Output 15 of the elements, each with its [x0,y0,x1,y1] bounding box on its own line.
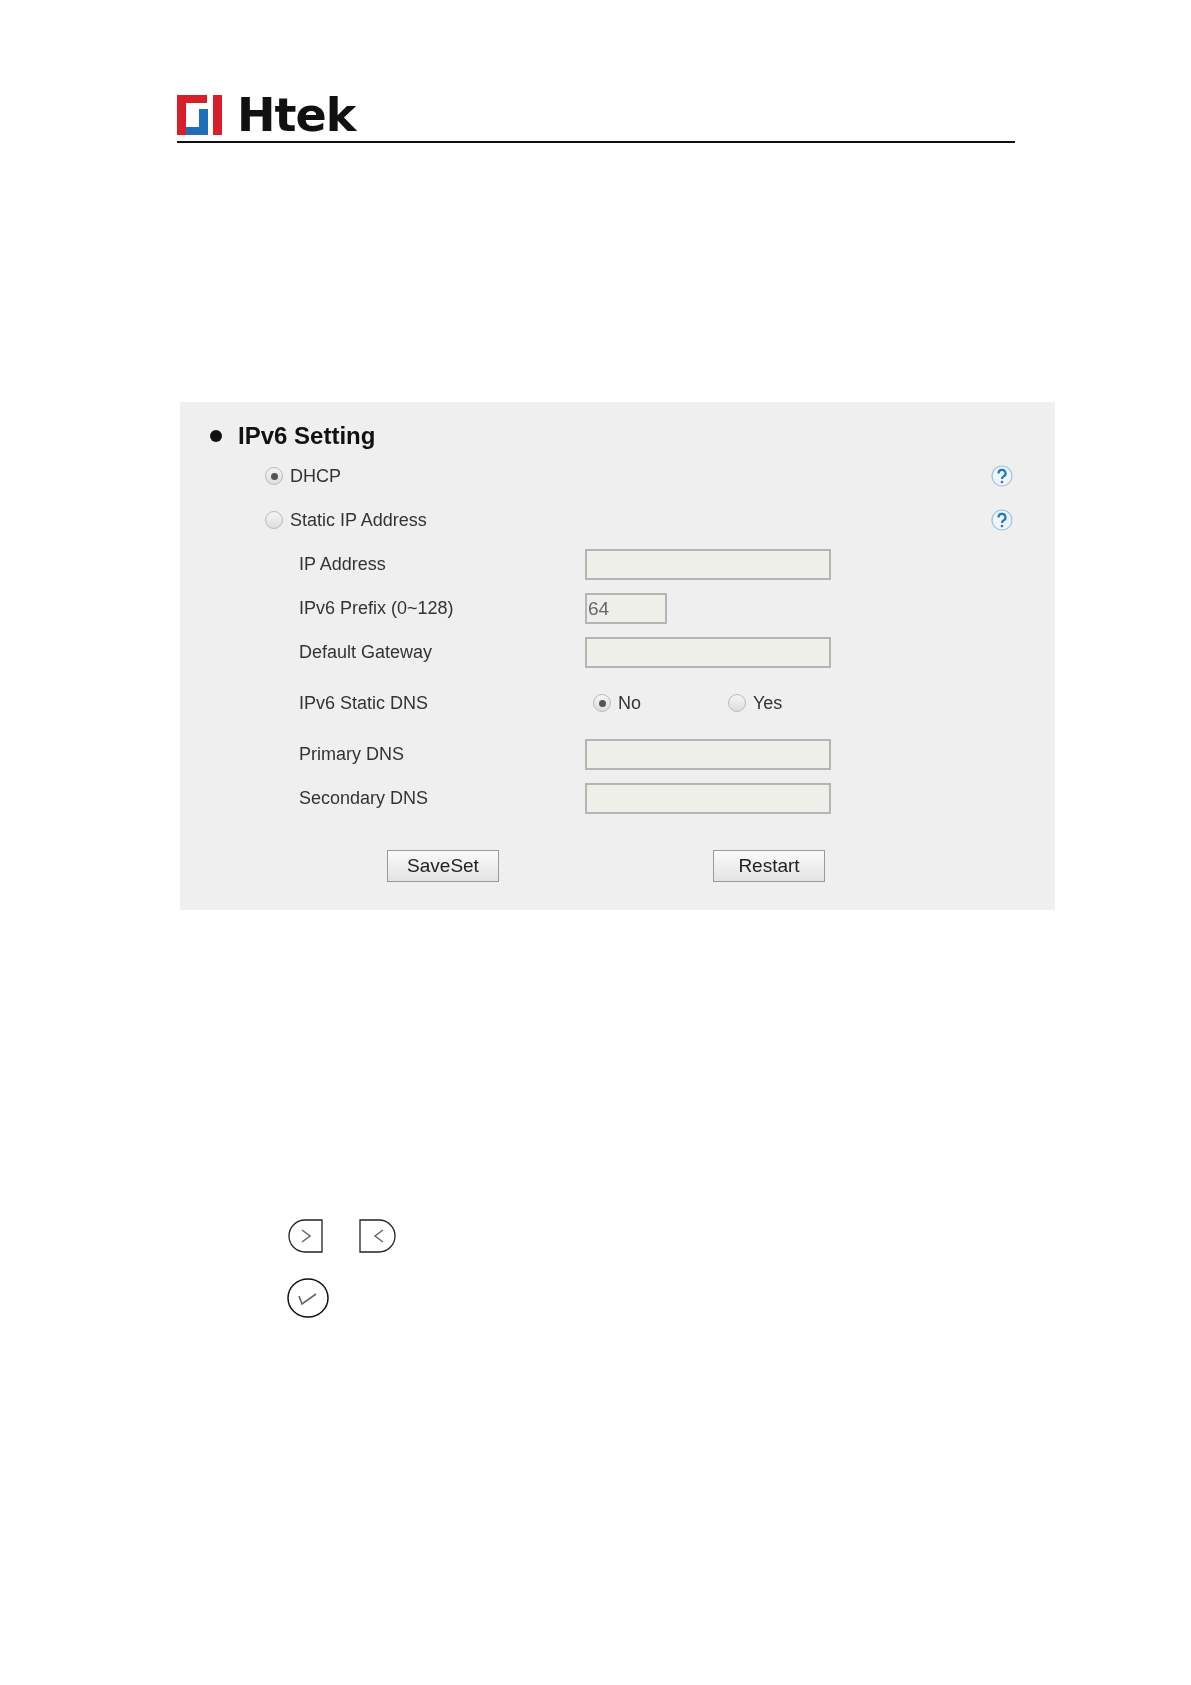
radio-label: Static IP Address [290,509,427,531]
section-title: IPv6 Setting [238,422,376,450]
logo-text: Htek [237,95,356,135]
field-label: IP Address [299,553,387,575]
field-label: Primary DNS [299,743,405,765]
field-label: IPv6 Static DNS [299,692,430,714]
action-button[interactable]: SaveSet [387,850,499,882]
radio-label: No [618,692,641,714]
text-field[interactable]: 64 [585,592,667,624]
field-label: Secondary DNS [299,787,430,809]
radio-label: Yes [753,692,783,714]
field-label: IPv6 Prefix (0~128) [299,597,455,619]
field-label: Default Gateway [299,641,434,663]
radio-label: DHCP [290,465,341,487]
action-button[interactable]: Restart [713,850,825,882]
